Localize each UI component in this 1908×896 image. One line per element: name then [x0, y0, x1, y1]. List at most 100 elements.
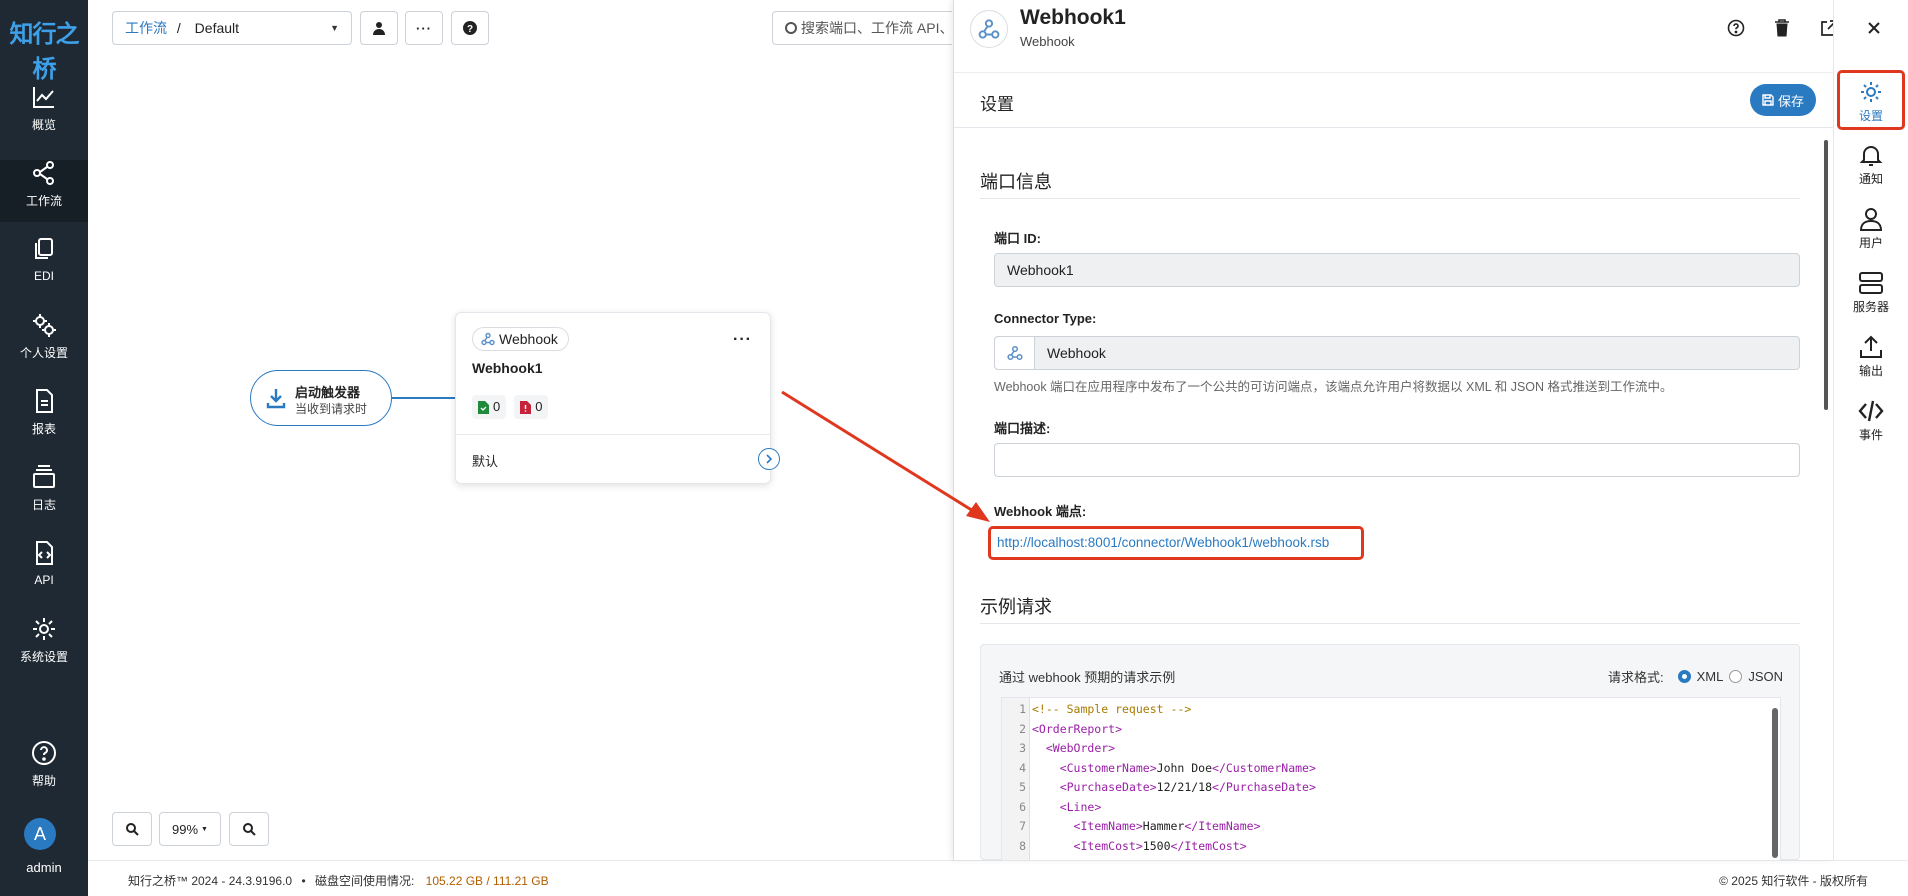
line-number: 4: [1019, 760, 1026, 775]
panel-scrollbar[interactable]: [1824, 140, 1828, 410]
error-count: 0: [535, 399, 543, 414]
connector-type-label: Connector Type:: [994, 311, 1097, 326]
node-output-port[interactable]: [758, 448, 780, 470]
trigger-subtitle: 当收到请求时: [295, 402, 368, 416]
rail-item-events[interactable]: 事件: [1837, 392, 1905, 452]
divider: [980, 198, 1800, 199]
nav-item-personal-settings[interactable]: 个人设置: [0, 312, 88, 374]
nav-item-workflow[interactable]: 工作流: [0, 160, 88, 222]
chart-line-icon: [33, 87, 54, 108]
breadcrumb[interactable]: 工作流 / Default ▼: [112, 11, 352, 45]
port-description-textarea[interactable]: [994, 443, 1800, 477]
line-number: 3: [1019, 741, 1026, 755]
node-menu-button[interactable]: ···: [733, 331, 752, 349]
close-icon: [1868, 22, 1880, 34]
user-icon: [1859, 208, 1883, 231]
code-tag: <ItemCost>: [1073, 838, 1143, 853]
webhook-icon: [995, 337, 1035, 369]
error-count-badge[interactable]: 0: [514, 395, 549, 419]
connector-line: [392, 397, 456, 399]
breadcrumb-link-workflow[interactable]: 工作流: [125, 20, 167, 36]
code-tag: <Line>: [1059, 799, 1102, 814]
port-id-field[interactable]: Webhook1: [994, 253, 1800, 287]
format-json-radio[interactable]: [1729, 670, 1743, 683]
rail-item-servers[interactable]: 服务器: [1837, 264, 1905, 324]
more-options-button[interactable]: ···: [405, 11, 443, 45]
code-editor[interactable]: 1 <!-- Sample request --> 2 <OrderReport> 3 …: [1001, 697, 1781, 861]
code-line: 6 <Line>: [1002, 798, 1762, 817]
search-placeholder: 搜索端口、工作流 API、偶: [801, 20, 952, 36]
user-filter-button[interactable]: [360, 11, 398, 45]
zoom-level-select[interactable]: 99% ▼: [159, 812, 221, 846]
nav-item-label: EDI: [33, 269, 54, 283]
format-json-label[interactable]: JSON: [1748, 669, 1783, 684]
search-input[interactable]: 搜索端口、工作流 API、偶: [772, 11, 952, 45]
webhook-icon: [481, 332, 495, 346]
divider: [456, 434, 770, 435]
zoom-in-button[interactable]: [112, 812, 152, 846]
sample-request-title: 示例请求: [980, 597, 1052, 617]
rail-item-settings[interactable]: 设置: [1837, 70, 1905, 130]
code-text: Hammer: [1142, 819, 1185, 833]
code-tag: <OrderReport>: [1032, 721, 1123, 736]
code-file-icon: [36, 541, 53, 565]
node-port-label: 默认: [472, 454, 499, 469]
username: admin: [26, 860, 62, 875]
webhook-node-card[interactable]: Webhook ··· Webhook1 0 0 默认: [455, 312, 780, 484]
delete-button[interactable]: [1770, 16, 1794, 40]
footer: 知行之桥™ 2024 - 24.3.9196.0 • 磁盘空间使用情况: 105…: [88, 860, 1908, 896]
user-icon: [373, 22, 385, 35]
success-count-badge[interactable]: 0: [472, 395, 507, 419]
nav-item-label: 系统设置: [19, 650, 68, 664]
documents-icon: [35, 238, 53, 259]
webhook-endpoint-label: Webhook 端点:: [994, 504, 1087, 519]
rail-item-label: 事件: [1858, 428, 1883, 442]
trigger-node[interactable]: 启动触发器 当收到请求时: [250, 370, 392, 426]
format-xml-label[interactable]: XML: [1697, 669, 1724, 684]
webhook-icon: [970, 10, 1008, 48]
nav-item-help[interactable]: 帮助: [0, 740, 88, 802]
nav-item-overview[interactable]: 概览: [0, 84, 88, 146]
connector-type-field[interactable]: Webhook: [994, 336, 1800, 370]
nav-item-system-settings[interactable]: 系统设置: [0, 616, 88, 678]
code-tag: </ItemName>: [1184, 819, 1261, 833]
help-button[interactable]: ?: [451, 11, 489, 45]
save-button[interactable]: 保存: [1750, 84, 1816, 116]
node-type-label: Webhook: [499, 331, 558, 347]
line-number: 7: [1019, 819, 1026, 833]
code-tag: </CustomerName>: [1212, 760, 1316, 775]
footer-left: 知行之桥™ 2024 - 24.3.9196.0 • 磁盘空间使用情况: 105…: [128, 872, 549, 889]
download-icon: [266, 389, 286, 409]
code-line: 7 <ItemName>Hammer</ItemName>: [1002, 817, 1762, 836]
report-icon: [36, 389, 53, 413]
avatar[interactable]: A: [24, 818, 56, 850]
webhook-endpoint-link[interactable]: http://localhost:8001/connector/Webhook1…: [997, 535, 1329, 550]
webhook-endpoint-highlight: http://localhost:8001/connector/Webhook1…: [988, 526, 1364, 560]
code-scrollbar[interactable]: [1772, 708, 1778, 858]
nav-item-edi[interactable]: EDI: [0, 236, 88, 298]
right-rail: 设置 通知 用户 服务器 输出 事件: [1833, 0, 1908, 860]
line-number: 2: [1019, 721, 1026, 736]
rail-item-output[interactable]: 输出: [1837, 328, 1905, 388]
nav-item-reports[interactable]: 报表: [0, 388, 88, 450]
rail-item-notifications[interactable]: 通知: [1837, 136, 1905, 196]
ellipsis-icon: ···: [416, 20, 432, 36]
format-xml-radio[interactable]: [1677, 670, 1691, 683]
breadcrumb-current: Default: [194, 20, 240, 36]
line-number: 1: [1019, 702, 1026, 716]
rail-item-users[interactable]: 用户: [1837, 200, 1905, 260]
nav-item-logs[interactable]: 日志: [0, 464, 88, 526]
question-circle-icon: ?: [463, 21, 477, 35]
help-button[interactable]: [1724, 16, 1748, 40]
upload-icon: [1860, 335, 1882, 358]
bell-icon: [1859, 146, 1883, 166]
zoom-out-button[interactable]: [229, 812, 269, 846]
disk-value: 105.22 GB / 111.21 GB: [425, 874, 549, 888]
save-icon: [1762, 94, 1774, 106]
app-logo[interactable]: 知行之桥: [0, 14, 88, 84]
nav-item-api[interactable]: API: [0, 540, 88, 602]
close-panel-button[interactable]: [1862, 16, 1886, 40]
